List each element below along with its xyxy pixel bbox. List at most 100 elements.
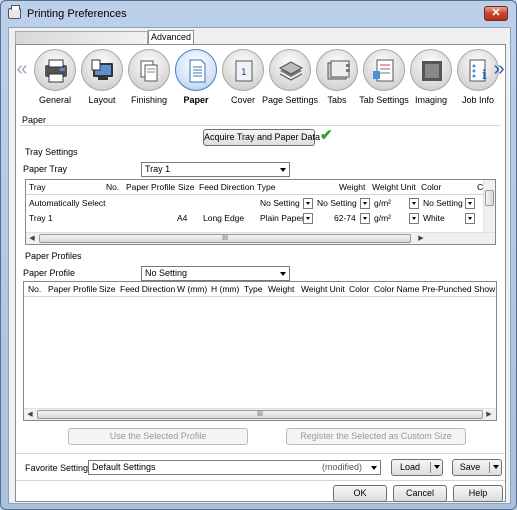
- tab-strip: Advanced: [15, 30, 505, 44]
- scroll-grip: III: [222, 235, 228, 242]
- ribbon-next-icon[interactable]: »: [493, 59, 505, 81]
- tab-advanced[interactable]: Advanced: [148, 30, 194, 44]
- tray-table-header: Tray No. Paper Profile Size Feed Directi…: [26, 180, 495, 195]
- scroll-thumb[interactable]: III: [37, 410, 483, 419]
- paper-profile-value: No Setting: [145, 268, 188, 278]
- column-header[interactable]: Color Name: [374, 282, 419, 297]
- column-header[interactable]: Type: [244, 282, 262, 297]
- layout-icon: [81, 49, 123, 91]
- weight-dropdown[interactable]: [360, 198, 370, 209]
- tabs-icon: [316, 49, 358, 91]
- load-button-label: Load: [399, 462, 421, 472]
- window-title: Printing Preferences: [27, 8, 127, 20]
- scroll-grip: III: [257, 411, 263, 418]
- weight-unit-dropdown[interactable]: [409, 213, 419, 224]
- type-dropdown[interactable]: [303, 213, 313, 224]
- weight-unit-cell: g/m²: [374, 213, 391, 223]
- load-button[interactable]: Load: [391, 459, 443, 476]
- paper-tray-select[interactable]: Tray 1: [141, 162, 290, 177]
- column-header[interactable]: No.: [106, 180, 119, 195]
- chevron-down-icon: [371, 466, 377, 470]
- printer-icon: [8, 5, 21, 19]
- general-icon: [34, 49, 76, 91]
- chevron-down-icon[interactable]: [434, 465, 440, 469]
- paper-profiles-table: No. Paper Profile Size Feed Direction W …: [23, 281, 497, 421]
- weight-dropdown[interactable]: [360, 213, 370, 224]
- column-header[interactable]: Weight: [339, 180, 365, 195]
- color-cell: White: [423, 213, 445, 223]
- check-icon: ✔: [320, 127, 333, 144]
- profile-table-horizontal-scrollbar[interactable]: ◀ III ▶: [24, 408, 496, 420]
- column-header[interactable]: Feed Direction: [120, 282, 175, 297]
- tray-settings-title: Tray Settings: [25, 147, 78, 157]
- profile-table-header: No. Paper Profile Size Feed Direction W …: [24, 282, 496, 297]
- column-header[interactable]: Size: [99, 282, 116, 297]
- divider: [16, 480, 505, 481]
- paper-tray-label: Paper Tray: [23, 164, 68, 174]
- favorite-setting-select[interactable]: Default Settings (modified): [88, 460, 381, 475]
- column-header[interactable]: Size: [178, 180, 195, 195]
- tray-name-cell: Automatically Select: [29, 198, 106, 208]
- ok-button[interactable]: OK: [333, 485, 387, 502]
- paper-profile-select[interactable]: No Setting: [141, 266, 290, 281]
- table-row[interactable]: Tray 1 A4 Long Edge Plain Paper 62-74 g/…: [26, 211, 484, 226]
- divider: [20, 125, 500, 126]
- finishing-icon: [128, 49, 170, 91]
- help-button[interactable]: Help: [453, 485, 503, 502]
- column-header[interactable]: Paper Profile: [48, 282, 97, 297]
- close-button[interactable]: ✕: [484, 6, 508, 21]
- title-bar[interactable]: Printing Preferences ✕: [1, 1, 516, 27]
- type-cell: Plain Paper: [260, 213, 304, 223]
- scroll-left-icon[interactable]: ◀: [25, 410, 35, 420]
- column-header[interactable]: H (mm): [211, 282, 239, 297]
- save-button[interactable]: Save: [452, 459, 502, 476]
- weight-unit-dropdown[interactable]: [409, 198, 419, 209]
- color-dropdown[interactable]: [465, 198, 475, 209]
- column-header[interactable]: Paper Profile: [126, 180, 175, 195]
- use-selected-profile-button[interactable]: Use the Selected Profile: [68, 428, 248, 445]
- divider: [16, 453, 505, 454]
- favorite-dropdown[interactable]: [366, 461, 380, 474]
- column-header[interactable]: Tray: [29, 180, 46, 195]
- scroll-right-icon[interactable]: ▶: [484, 410, 494, 420]
- favorite-setting-label: Favorite Setting: [25, 463, 89, 473]
- column-header[interactable]: Feed Direction: [199, 180, 254, 195]
- tray-table-vertical-scrollbar[interactable]: [483, 180, 495, 232]
- color-dropdown[interactable]: [465, 213, 475, 224]
- split-separator: [430, 462, 431, 473]
- svg-text:i: i: [482, 68, 487, 83]
- table-row[interactable]: Automatically Select No Setting No Setti…: [26, 196, 484, 211]
- column-header[interactable]: Weight Unit: [372, 180, 416, 195]
- imaging-icon: [410, 49, 452, 91]
- scroll-thumb[interactable]: [485, 190, 494, 206]
- scroll-left-icon[interactable]: ◀: [27, 234, 37, 244]
- column-header[interactable]: Weight Unit: [301, 282, 345, 297]
- column-header[interactable]: Pre-Punched: [422, 282, 472, 297]
- column-header[interactable]: Weight: [268, 282, 294, 297]
- cancel-button[interactable]: Cancel: [393, 485, 447, 502]
- type-cell: No Setting: [260, 198, 300, 208]
- ribbon-prev-icon[interactable]: «: [16, 59, 28, 81]
- paper-section-title: Paper: [22, 115, 47, 125]
- column-header[interactable]: Show: [474, 282, 495, 297]
- feed-direction-cell: Long Edge: [203, 213, 245, 223]
- column-header[interactable]: Color: [349, 282, 369, 297]
- tray-settings-table: Tray No. Paper Profile Size Feed Directi…: [25, 179, 496, 245]
- acquire-tray-data-button[interactable]: Acquire Tray and Paper Data: [203, 129, 320, 146]
- size-cell: A4: [177, 213, 188, 223]
- tray-table-horizontal-scrollbar[interactable]: ◀ III ▶: [26, 232, 495, 244]
- scroll-right-icon[interactable]: ▶: [416, 234, 426, 244]
- register-custom-size-button[interactable]: Register the Selected as Custom Size: [286, 428, 466, 445]
- scroll-thumb[interactable]: III: [39, 234, 411, 243]
- modified-indicator: (modified): [321, 462, 362, 472]
- column-header[interactable]: Type: [257, 180, 275, 195]
- column-header[interactable]: W (mm): [177, 282, 207, 297]
- column-header[interactable]: Color: [421, 180, 441, 195]
- favorite-setting-value: Default Settings: [92, 462, 156, 472]
- chevron-down-icon[interactable]: [493, 465, 499, 469]
- ribbon-label-job-info: Job Info: [461, 95, 495, 105]
- tab-basic[interactable]: [15, 31, 148, 44]
- column-header[interactable]: No.: [28, 282, 41, 297]
- type-dropdown[interactable]: [303, 198, 313, 209]
- color-cell: No Setting: [423, 198, 463, 208]
